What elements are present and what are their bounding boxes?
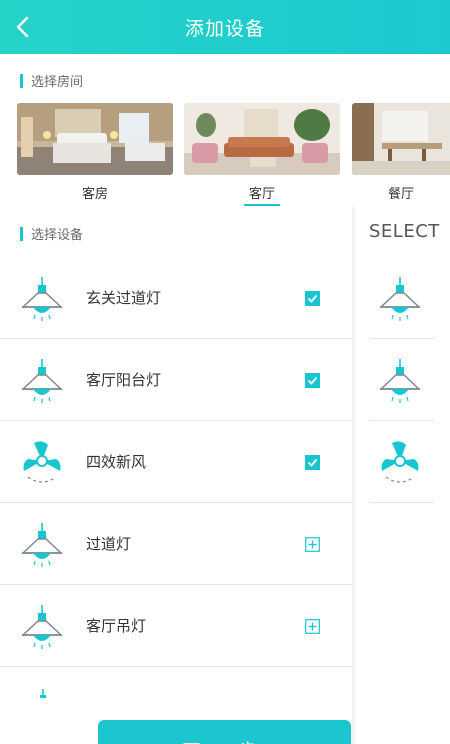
selected-device-item[interactable] bbox=[370, 339, 434, 421]
device-name: 客厅阳台灯 bbox=[86, 371, 162, 389]
device-row[interactable]: 四效新风 bbox=[0, 421, 352, 503]
section-marker bbox=[20, 73, 23, 88]
fan-icon bbox=[23, 441, 61, 483]
room-photo-living-room bbox=[184, 103, 340, 175]
selected-panel-title: SELECT bbox=[369, 221, 440, 242]
pendant-lamp-icon bbox=[21, 523, 63, 567]
selected-devices-panel: SELECT bbox=[356, 207, 450, 744]
room-card-living-room[interactable]: 客厅 bbox=[184, 103, 340, 206]
page-title: 添加设备 bbox=[184, 17, 265, 40]
device-section-label: 选择设备 bbox=[20, 224, 83, 243]
next-step-button[interactable]: 下一步 bbox=[98, 720, 351, 744]
selected-device-item[interactable] bbox=[370, 421, 434, 503]
device-row[interactable]: 过道灯 bbox=[0, 503, 352, 585]
room-name-guest-room: 客房 bbox=[81, 187, 108, 202]
room-card-dining-room[interactable]: 餐厅 bbox=[352, 103, 450, 202]
room-section-text: 选择房间 bbox=[31, 75, 84, 90]
section-marker bbox=[20, 226, 23, 241]
room-photo-guest-room bbox=[17, 103, 173, 175]
checkbox-checked-icon[interactable] bbox=[305, 455, 320, 470]
selected-room-indicator bbox=[244, 204, 280, 206]
fan-icon bbox=[381, 441, 419, 483]
pendant-lamp-icon bbox=[21, 605, 63, 649]
pendant-lamp-icon bbox=[379, 359, 421, 403]
device-name: 玄关过道灯 bbox=[86, 289, 162, 307]
add-plus-icon[interactable] bbox=[305, 619, 320, 634]
device-name: 过道灯 bbox=[86, 535, 132, 553]
back-arrow-icon[interactable] bbox=[10, 13, 38, 41]
app-header: 添加设备 bbox=[0, 0, 450, 54]
room-card-guest-room[interactable]: 客房 bbox=[17, 103, 173, 202]
room-photo-dining-room bbox=[352, 103, 450, 175]
device-row[interactable]: 玄关过道灯 bbox=[0, 257, 352, 339]
room-carousel[interactable]: 客房 客厅 餐厅 bbox=[0, 103, 450, 208]
device-list: 玄关过道灯 客厅阳台灯 四效新风 过道灯 客厅吊灯 bbox=[0, 257, 352, 667]
checkbox-checked-icon[interactable] bbox=[305, 373, 320, 388]
pendant-lamp-icon bbox=[21, 277, 63, 321]
room-name-dining-room: 餐厅 bbox=[387, 187, 414, 202]
room-section-label: 选择房间 bbox=[20, 71, 83, 90]
pendant-lamp-icon bbox=[21, 359, 63, 403]
checkbox-checked-icon[interactable] bbox=[305, 291, 320, 306]
pendant-lamp-icon bbox=[40, 689, 46, 698]
device-row[interactable]: 客厅吊灯 bbox=[0, 585, 352, 667]
device-section-text: 选择设备 bbox=[31, 228, 84, 243]
room-name-living-room: 客厅 bbox=[248, 187, 275, 202]
device-row[interactable]: 客厅阳台灯 bbox=[0, 339, 352, 421]
add-plus-icon[interactable] bbox=[305, 537, 320, 552]
device-name: 四效新风 bbox=[86, 453, 147, 471]
selected-device-item[interactable] bbox=[370, 257, 434, 339]
panel-divider bbox=[352, 207, 355, 744]
device-name: 客厅吊灯 bbox=[86, 617, 147, 635]
pendant-lamp-icon bbox=[379, 277, 421, 321]
